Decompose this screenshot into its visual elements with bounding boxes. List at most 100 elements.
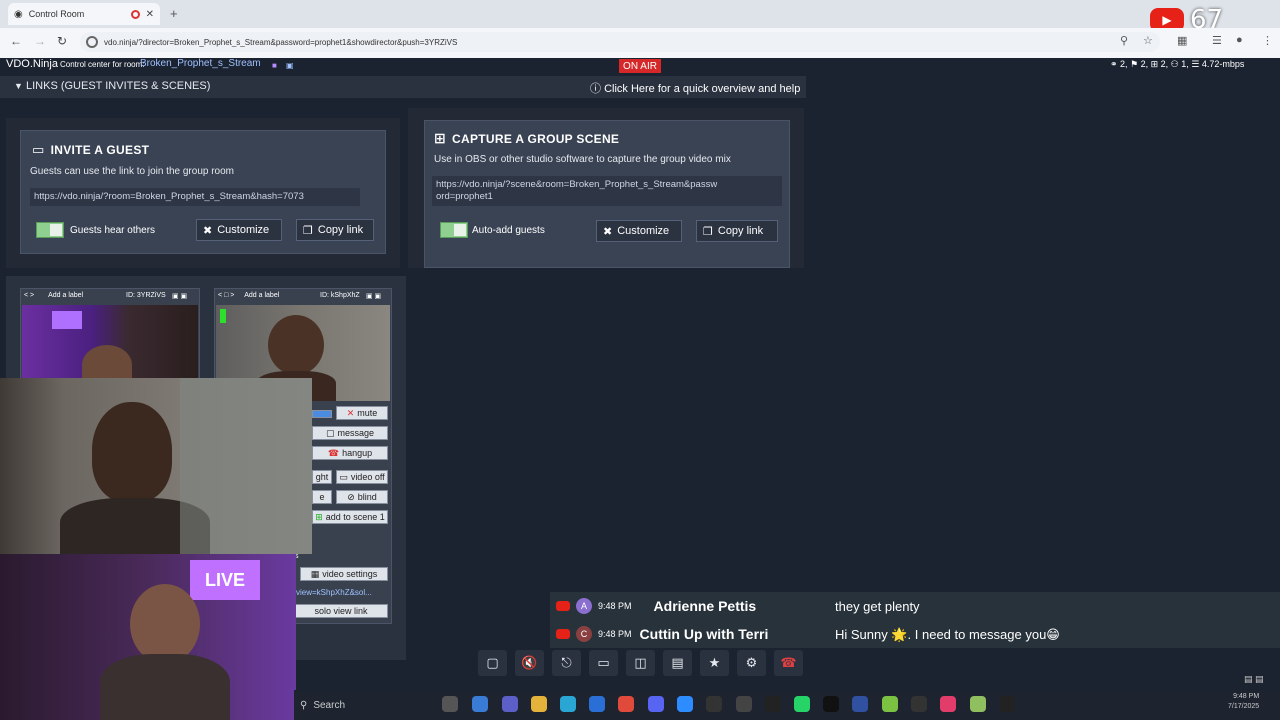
auto-add-guests-toggle[interactable]	[440, 222, 468, 238]
teams-icon[interactable]	[502, 696, 518, 712]
highlight-button[interactable]: ght	[312, 470, 332, 484]
tray-icons[interactable]: ▤ ▤	[1244, 674, 1264, 685]
hangup-phone-icon[interactable]: ☎	[774, 650, 803, 676]
video-off-button[interactable]: ▭ video off	[336, 470, 388, 484]
new-tab-icon[interactable]: +	[170, 6, 178, 21]
taskbar-search[interactable]: ⚲ Search	[300, 696, 430, 714]
video-off-icon: ▭	[339, 471, 348, 482]
solo-link-text[interactable]: view=kShpXhZ&sol...	[296, 588, 372, 597]
guest-label[interactable]: Add a label	[48, 292, 83, 299]
file-explorer-icon[interactable]	[531, 696, 547, 712]
guests-hear-others-toggle[interactable]	[36, 222, 64, 238]
camera-icon[interactable]: ▭	[589, 650, 618, 676]
lock-icon[interactable]: ■	[272, 61, 277, 70]
help-icon: ⓘ	[590, 83, 601, 95]
layout-icon[interactable]: ▤	[663, 650, 692, 676]
browser-tabbar	[0, 0, 1280, 28]
caret-down-icon: ▼	[14, 81, 23, 91]
group-icon[interactable]: ★	[700, 650, 729, 676]
guest-window-icons[interactable]: ▣ ▣	[366, 292, 381, 300]
obs-icon[interactable]	[911, 696, 927, 712]
brand-logo: VDO.Ninja	[6, 58, 58, 70]
mute-button[interactable]: ✕ mute	[336, 406, 388, 420]
zoom-icon[interactable]	[677, 696, 693, 712]
live-sign-image	[52, 311, 82, 329]
reorder-icon[interactable]: < □ >	[218, 292, 234, 299]
back-icon[interactable]: ←	[10, 34, 22, 48]
links-section-label: LINKS (GUEST INVITES & SCENES)	[25, 80, 211, 92]
screenshare-icon[interactable]: ◫	[626, 650, 655, 676]
terminal-icon[interactable]	[999, 696, 1015, 712]
speedometer-icon[interactable]	[706, 696, 722, 712]
message-button[interactable]: ▢ message	[312, 426, 388, 440]
scene-link[interactable]: https://vdo.ninja/?scene&room=Broken_Pro…	[432, 176, 782, 206]
guest-label[interactable]: Add a label	[244, 292, 279, 299]
invite-customize-button[interactable]: ✖ Customize	[196, 219, 282, 241]
partial-button[interactable]: e	[312, 490, 332, 504]
invite-title: ▭ INVITE A GUEST	[32, 142, 150, 157]
speaker-muted-icon[interactable]: 🔇	[515, 650, 544, 676]
system-clock[interactable]: 9:48 PM 7/17/2025	[1228, 692, 1259, 712]
copy-room-icon[interactable]: ▣	[286, 61, 294, 70]
store-icon[interactable]	[589, 696, 605, 712]
webcam-overlay-guest	[0, 378, 312, 554]
guest-window-icons[interactable]: ▣ ▣	[172, 292, 187, 300]
links-section-toggle[interactable]: ▼ LINKS (GUEST INVITES & SCENES)	[14, 80, 210, 92]
invite-copy-link-button[interactable]: ❐ Copy link	[296, 219, 374, 241]
copilot-icon[interactable]	[472, 696, 488, 712]
url-text: vdo.ninja/?director=Broken_Prophet_s_Str…	[104, 37, 458, 47]
help-link[interactable]: ⓘ Click Here for a quick overview and he…	[590, 80, 800, 96]
app-icon[interactable]	[940, 696, 956, 712]
reorder-icon[interactable]: < >	[24, 292, 34, 299]
guest-label-row[interactable]: < □ > Add a label	[218, 292, 279, 299]
settings-gear-icon[interactable]: ⚙	[737, 650, 766, 676]
task-view-icon[interactable]	[442, 696, 458, 712]
menu-kebab-icon[interactable]: ⋮	[1262, 34, 1273, 47]
chat-row: A 9:48 PM Adrienne Pettis	[556, 593, 756, 619]
blind-button[interactable]: ⊘ blind	[336, 490, 388, 504]
discord-icon[interactable]	[648, 696, 664, 712]
browser-tab[interactable]: ◉ Control Room ✕	[8, 3, 160, 25]
app-icon[interactable]	[882, 696, 898, 712]
chat-time: 9:48 PM	[598, 601, 632, 611]
copy-icon: ❐	[303, 224, 313, 237]
chrome-icon[interactable]	[618, 696, 634, 712]
guest-label-row[interactable]: < > Add a label	[24, 292, 83, 299]
scene-customize-button[interactable]: ✖ Customize	[596, 220, 682, 242]
reload-icon[interactable]: ↻	[57, 34, 67, 48]
chat-icon[interactable]: ▢	[478, 650, 507, 676]
profile-icon[interactable]: ●	[1236, 34, 1243, 46]
tabs-icon[interactable]: ☰	[1212, 34, 1222, 47]
live-sign: LIVE	[190, 560, 260, 600]
message-icon: ▢	[325, 427, 335, 438]
app-icon[interactable]	[823, 696, 839, 712]
add-to-scene-button[interactable]: ⊞ add to scene 1	[312, 510, 388, 524]
volume-slider[interactable]	[312, 410, 332, 418]
person-shoulders	[100, 654, 230, 720]
guest-video-1[interactable]	[22, 305, 198, 381]
app-icon[interactable]	[852, 696, 868, 712]
recording-icon	[130, 9, 140, 19]
extension-icon[interactable]: ⚲	[1120, 34, 1128, 47]
whatsapp-icon[interactable]	[794, 696, 810, 712]
scene-copy-link-button[interactable]: ❐ Copy link	[696, 220, 778, 242]
person-head	[92, 402, 172, 502]
site-info-icon[interactable]	[86, 36, 98, 48]
microphone-icon[interactable]: ⎋	[552, 650, 581, 676]
app-icon[interactable]	[765, 696, 781, 712]
forward-icon[interactable]: →	[34, 34, 46, 48]
address-bar[interactable]: vdo.ninja/?director=Broken_Prophet_s_Str…	[80, 32, 1160, 52]
invite-link[interactable]: https://vdo.ninja/?room=Broken_Prophet_s…	[30, 188, 360, 206]
video-settings-button[interactable]: ▦ video settings	[300, 567, 388, 581]
youtube-icon	[556, 601, 570, 611]
close-tab-icon[interactable]: ✕	[146, 9, 154, 20]
solo-view-link-button[interactable]: solo view link	[294, 604, 388, 618]
copy-icon: ❐	[703, 225, 713, 238]
sidepanel-icon[interactable]: ▦	[1177, 34, 1187, 47]
scene-link-line1: https://vdo.ninja/?scene&room=Broken_Pro…	[436, 179, 718, 190]
hangup-button[interactable]: ☎ hangup	[312, 446, 388, 460]
bookmark-star-icon[interactable]: ☆	[1143, 34, 1153, 47]
edge-icon[interactable]	[560, 696, 576, 712]
app-icon[interactable]	[970, 696, 986, 712]
calculator-icon[interactable]	[736, 696, 752, 712]
